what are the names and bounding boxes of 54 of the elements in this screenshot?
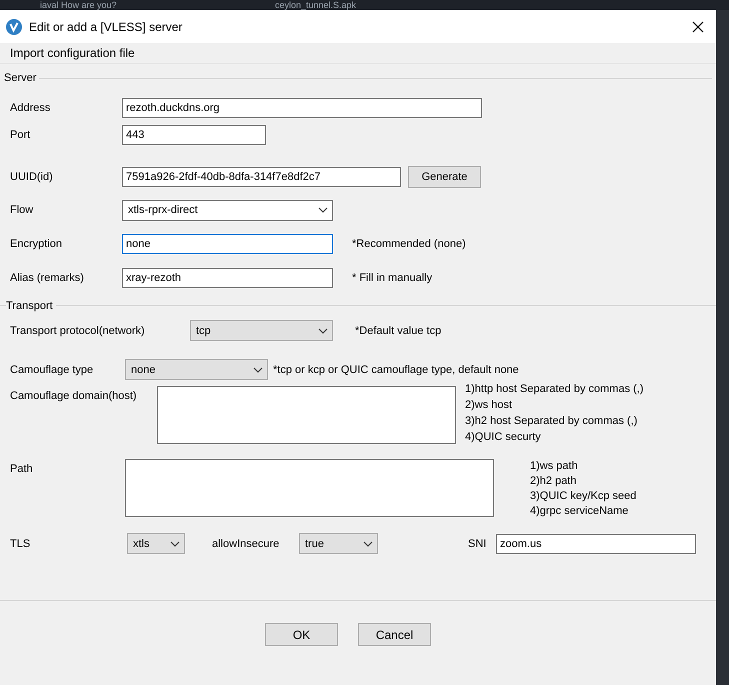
dropdown[interactable]: none bbox=[125, 359, 268, 380]
cancel-button[interactable]: Cancel bbox=[358, 623, 431, 646]
field-label: allowInsecure bbox=[212, 538, 280, 550]
text-field[interactable]: xray-rezoth bbox=[122, 268, 333, 288]
hint-text: *tcp or kcp or QUIC camouflage type, default none bbox=[273, 364, 519, 376]
background-text: iaval How are you? bbox=[40, 0, 117, 10]
field-label: Encryption bbox=[10, 238, 63, 250]
text-field[interactable]: 443 bbox=[122, 125, 266, 145]
chevron-down-icon bbox=[318, 328, 328, 334]
chevron-down-icon bbox=[170, 540, 180, 546]
field-label: TLS bbox=[10, 538, 32, 550]
text-area[interactable] bbox=[125, 459, 494, 517]
field-label: SNI bbox=[468, 538, 488, 550]
text-field[interactable]: zoom.us bbox=[496, 534, 696, 554]
chevron-down-icon bbox=[253, 366, 263, 372]
dropdown[interactable]: true bbox=[299, 533, 378, 554]
app-logo-icon bbox=[6, 18, 22, 34]
hint-text: 1)ws path bbox=[530, 459, 579, 473]
field-label: Flow bbox=[10, 204, 34, 216]
dropdown[interactable]: xtls bbox=[127, 533, 185, 554]
hint-text: * Fill in manually bbox=[352, 272, 432, 284]
field-label: Path bbox=[10, 462, 34, 475]
hint-text: *Recommended (none) bbox=[352, 238, 466, 250]
background-text: ceylon_tunnel.S.apk bbox=[275, 0, 356, 10]
hint-text: 2)ws host bbox=[465, 398, 514, 412]
field-label: Address bbox=[10, 102, 52, 114]
text-field[interactable]: rezoth.duckdns.org bbox=[122, 98, 482, 118]
hint-text: 3)h2 host Separated by commas (,) bbox=[465, 414, 638, 428]
field-label: Camouflage domain(host) bbox=[10, 389, 138, 402]
ok-button[interactable]: OK bbox=[265, 623, 338, 646]
text-field[interactable]: 7591a926-2fdf-40db-8dfa-314f7e8df2c7 bbox=[122, 167, 401, 187]
hint-text: 4)QUIC securty bbox=[465, 430, 542, 444]
field-label: Port bbox=[10, 129, 32, 141]
menu-item[interactable]: Import configuration file bbox=[10, 46, 135, 60]
chevron-down-icon bbox=[318, 207, 328, 213]
group-title: Transport bbox=[6, 300, 56, 312]
hint-text: 2)h2 path bbox=[530, 474, 578, 488]
group-title: Server bbox=[4, 72, 36, 84]
field-label: Transport protocol(network) bbox=[10, 324, 146, 336]
close-icon[interactable] bbox=[692, 20, 704, 32]
hint-text: 4)grpc serviceName bbox=[530, 504, 630, 518]
text-area[interactable] bbox=[157, 386, 456, 444]
field-label: Camouflage type bbox=[10, 364, 94, 376]
dropdown[interactable]: xtls-rprx-direct bbox=[122, 200, 333, 220]
field-label: Alias (remarks) bbox=[10, 272, 85, 284]
hint-text: 1)http host Separated by commas (,) bbox=[465, 382, 644, 396]
window-title: Edit or add a [VLESS] server bbox=[29, 20, 184, 34]
dropdown[interactable]: tcp bbox=[190, 320, 333, 341]
hint-text: 3)QUIC key/Kcp seed bbox=[530, 489, 636, 503]
field-label: UUID(id) bbox=[10, 171, 54, 183]
chevron-down-icon bbox=[363, 540, 373, 546]
hint-text: *Default value tcp bbox=[355, 324, 442, 336]
generate-button[interactable]: Generate bbox=[408, 166, 481, 188]
text-field[interactable]: none bbox=[122, 234, 333, 254]
